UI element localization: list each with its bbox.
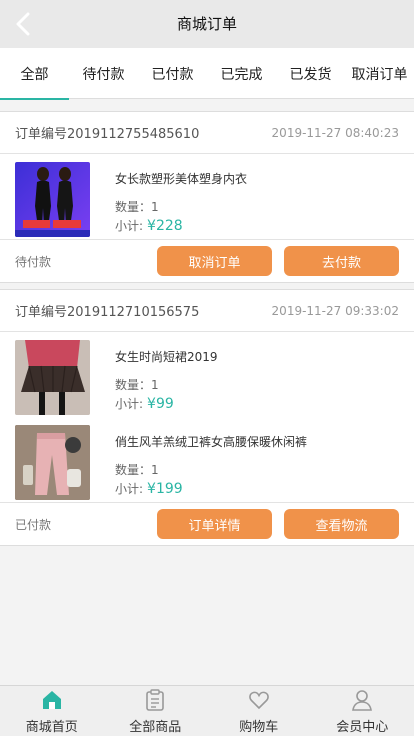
nav-all-products[interactable]: 全部商品 xyxy=(104,686,208,736)
track-shipment-button[interactable]: 查看物流 xyxy=(284,509,399,539)
heart-icon xyxy=(248,689,270,711)
cancel-order-button[interactable]: 取消订单 xyxy=(157,246,272,276)
product-name: 女长款塑形美体塑身内衣 xyxy=(115,172,248,186)
tab-completed[interactable]: 已完成 xyxy=(207,48,276,99)
tab-cancelled[interactable]: 取消订单 xyxy=(345,48,414,99)
product-subtotal: 小计: ¥99 xyxy=(115,395,174,412)
nav-label: 会员中心 xyxy=(336,720,389,735)
product-price: ¥199 xyxy=(147,481,183,497)
order-item[interactable]: 俏生风羊羔绒卫裤女高腰保暖休闲裤 数量：1 小计: ¥199 xyxy=(0,417,414,502)
pay-button[interactable]: 去付款 xyxy=(284,246,399,276)
order-number: 订单编号2019112755485610 xyxy=(15,127,200,142)
clipboard-icon xyxy=(144,689,166,711)
nav-member-center[interactable]: 会员中心 xyxy=(311,686,414,736)
nav-label: 购物车 xyxy=(239,720,279,735)
subtotal-label: 小计: xyxy=(115,397,144,411)
nav-cart[interactable]: 购物车 xyxy=(207,686,311,736)
order-footer: 已付款 订单详情 查看物流 xyxy=(0,502,414,545)
order-time: 2019-11-27 08:40:23 xyxy=(271,125,399,140)
nav-label: 全部商品 xyxy=(129,720,182,735)
page-title: 商城订单 xyxy=(176,15,237,33)
product-quantity: 数量：1 xyxy=(115,378,159,392)
order-number: 订单编号2019112710156575 xyxy=(15,305,200,320)
product-subtotal: 小计: ¥228 xyxy=(115,217,183,234)
order-status: 待付款 xyxy=(15,254,52,269)
top-bar: 商城订单 xyxy=(0,0,414,48)
tab-shipped[interactable]: 已发货 xyxy=(276,48,345,99)
product-thumbnail xyxy=(15,425,90,500)
nav-home[interactable]: 商城首页 xyxy=(0,686,104,736)
product-quantity: 数量：1 xyxy=(115,463,159,477)
order-status: 已付款 xyxy=(15,517,52,532)
order-tabs: 全部 待付款 已付款 已完成 已发货 取消订单 xyxy=(0,48,414,100)
order-card: 订单编号2019112710156575 2019-11-27 09:33:02… xyxy=(0,289,414,546)
tab-all[interactable]: 全部 xyxy=(0,48,69,100)
order-header: 订单编号2019112710156575 2019-11-27 09:33:02 xyxy=(0,290,414,332)
product-price: ¥99 xyxy=(147,396,174,412)
order-item[interactable]: 女生时尚短裙2019 数量：1 小计: ¥99 xyxy=(0,332,414,417)
order-time: 2019-11-27 09:33:02 xyxy=(271,303,399,318)
product-price: ¥228 xyxy=(147,218,183,234)
order-details-button[interactable]: 订单详情 xyxy=(157,509,272,539)
tab-pending-payment[interactable]: 待付款 xyxy=(69,48,138,99)
tab-paid[interactable]: 已付款 xyxy=(138,48,207,99)
order-header: 订单编号2019112755485610 2019-11-27 08:40:23 xyxy=(0,112,414,154)
user-icon xyxy=(351,689,373,711)
subtotal-label: 小计: xyxy=(115,482,144,496)
order-item[interactable]: 女长款塑形美体塑身内衣 数量：1 小计: ¥228 xyxy=(0,154,414,239)
product-thumbnail xyxy=(15,162,90,237)
home-icon xyxy=(41,689,63,711)
order-footer: 待付款 取消订单 去付款 xyxy=(0,239,414,282)
product-name: 俏生风羊羔绒卫裤女高腰保暖休闲裤 xyxy=(115,435,308,449)
bottom-nav: 商城首页 全部商品 购物车 会员中心 xyxy=(0,685,414,736)
product-name: 女生时尚短裙2019 xyxy=(115,350,218,364)
order-card: 订单编号2019112755485610 2019-11-27 08:40:23 xyxy=(0,111,414,283)
product-thumbnail xyxy=(15,340,90,415)
nav-label: 商城首页 xyxy=(25,720,78,735)
product-subtotal: 小计: ¥199 xyxy=(115,480,183,497)
product-quantity: 数量：1 xyxy=(115,200,159,214)
subtotal-label: 小计: xyxy=(115,219,144,233)
